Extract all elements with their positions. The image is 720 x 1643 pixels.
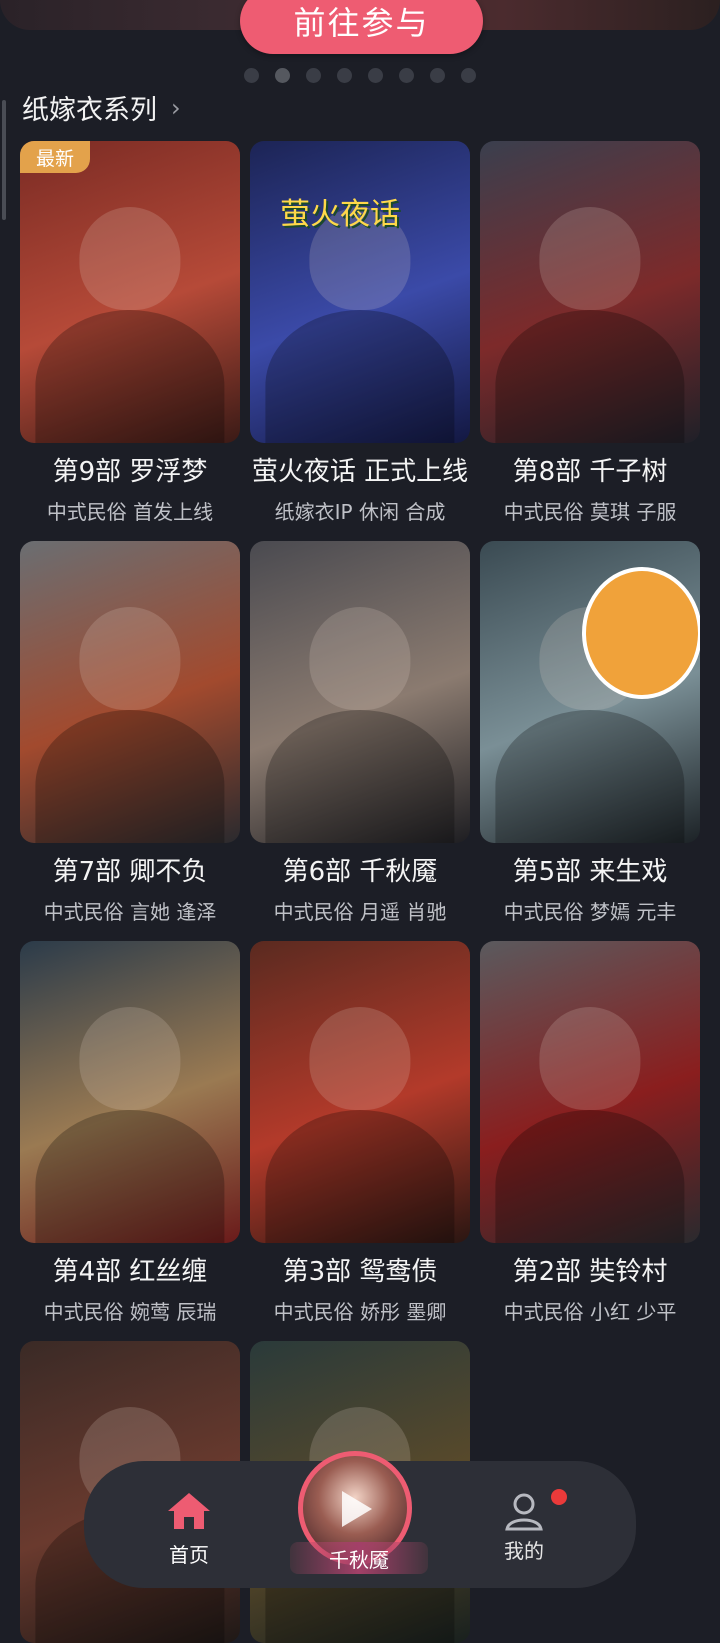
new-badge: 最新 [20,141,91,173]
mascot-sticker-icon[interactable] [582,567,700,699]
carousel-dot[interactable] [461,68,476,83]
game-title: 第5部 来生戏 [512,857,668,887]
game-tags: 中式民俗 小红 少平 [503,1300,677,1324]
game-title: 第2部 奘铃村 [512,1257,668,1287]
game-title: 第4部 红丝缠 [52,1257,208,1287]
game-title: 萤火夜话 正式上线 [251,457,469,487]
game-title: 第3部 鸳鸯债 [282,1257,438,1287]
game-cover[interactable]: 最新 [20,141,240,443]
game-cover[interactable] [250,541,470,843]
game-cover[interactable]: 萤火夜话 [250,141,470,443]
home-icon [168,1493,210,1529]
game-card[interactable]: 第4部 红丝缠 中式民俗 婉莺 辰瑞 [20,941,240,1325]
chevron-right-icon: › [171,93,181,122]
game-tags: 中式民俗 婉莺 辰瑞 [43,1300,217,1324]
nav-home-label: 首页 [169,1543,209,1567]
user-icon [505,1493,543,1531]
game-tags: 中式民俗 莫琪 子服 [503,500,677,524]
bottom-nav: 首页 千秋魇 我的 [84,1451,636,1588]
game-card[interactable]: 第5部 来生戏 中式民俗 梦嫣 元丰 [480,541,700,925]
game-cover[interactable] [480,541,700,843]
game-cover[interactable] [20,941,240,1243]
carousel-dot[interactable] [430,68,445,83]
game-title: 第7部 卿不负 [52,857,208,887]
scrollbar[interactable] [2,100,6,220]
game-tags: 中式民俗 月遥 肖驰 [273,900,447,924]
game-tags: 中式民俗 梦嫣 元丰 [503,900,677,924]
game-card[interactable]: 第8部 千子树 中式民俗 莫琪 子服 [480,141,700,525]
notification-dot [551,1489,567,1505]
game-card[interactable]: 第3部 鸳鸯债 中式民俗 娇彤 墨卿 [250,941,470,1325]
carousel-dot-active[interactable] [275,68,290,83]
section-title: 纸嫁衣系列 [22,95,157,126]
game-tags: 中式民俗 首发上线 [46,500,214,524]
join-button[interactable]: 前往参与 [240,0,483,54]
carousel-dot[interactable] [368,68,383,83]
play-icon[interactable] [342,1491,372,1527]
game-title: 第9部 罗浮梦 [52,457,208,487]
game-cover[interactable] [480,941,700,1243]
nav-home[interactable]: 首页 [144,1491,234,1568]
game-tags: 中式民俗 娇彤 墨卿 [273,1300,447,1324]
game-cover[interactable] [480,141,700,443]
game-tags: 中式民俗 言她 逢泽 [43,900,217,924]
game-tags: 纸嫁衣IP 休闲 合成 [274,500,446,524]
game-cover[interactable] [250,941,470,1243]
carousel-indicator [244,68,476,83]
nav-mine[interactable]: 我的 [479,1489,569,1564]
carousel-dot[interactable] [337,68,352,83]
game-title: 第8部 千子树 [512,457,668,487]
game-logo: 萤火夜话 [280,197,400,232]
game-cover[interactable] [20,541,240,843]
section-header[interactable]: 纸嫁衣系列 › [22,88,181,127]
carousel-dot[interactable] [244,68,259,83]
game-card[interactable]: 第2部 奘铃村 中式民俗 小红 少平 [480,941,700,1325]
nav-mine-label: 我的 [504,1539,544,1563]
carousel-dot[interactable] [306,68,321,83]
carousel-dot[interactable] [399,68,414,83]
now-playing-label[interactable]: 千秋魇 [290,1542,428,1574]
game-title: 第6部 千秋魇 [282,857,438,887]
game-card[interactable]: 最新 第9部 罗浮梦 中式民俗 首发上线 [20,141,240,525]
game-card[interactable]: 第7部 卿不负 中式民俗 言她 逢泽 [20,541,240,925]
game-card[interactable]: 第6部 千秋魇 中式民俗 月遥 肖驰 [250,541,470,925]
game-card[interactable]: 萤火夜话 萤火夜话 正式上线 纸嫁衣IP 休闲 合成 [250,141,470,525]
